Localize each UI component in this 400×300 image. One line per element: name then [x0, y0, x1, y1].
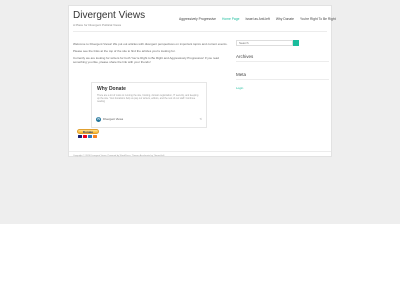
search-input[interactable]	[236, 40, 293, 46]
discover-card-icon	[93, 135, 97, 138]
writers-paragraph: Currently we are looking for writers for…	[73, 56, 219, 64]
donate-button[interactable]: Donate	[77, 129, 99, 134]
footer-copyright: Copyright © 2024 Divergent Views. Powere…	[73, 155, 165, 157]
embed-site-name[interactable]: Divergent Views	[103, 117, 123, 121]
embed-excerpt: There are a lot of costs to running the …	[97, 94, 199, 104]
intro-paragraph: Welcome to Divergent Views! We put out a…	[73, 42, 228, 46]
nav-item-home[interactable]: Home Page	[219, 16, 242, 22]
archives-divider	[236, 61, 329, 62]
embed-card-why-donate[interactable]: Why Donate There are a lot of costs to r…	[91, 82, 207, 128]
mastercard-icon	[83, 135, 87, 138]
meta-divider	[236, 79, 329, 80]
site-container: Divergent Views A Place for Divergent Po…	[68, 5, 336, 157]
visa-card-icon	[78, 135, 82, 138]
login-link[interactable]: Login	[236, 86, 243, 90]
nav-item-why-donate[interactable]: Why Donate	[273, 16, 297, 22]
payment-cards	[78, 135, 97, 138]
embed-title[interactable]: Why Donate	[97, 86, 126, 92]
page-bottom-background	[0, 224, 400, 300]
embed-footer: W Divergent Views	[96, 116, 123, 122]
links-paragraph: Please see the links at the top of the s…	[73, 49, 176, 53]
share-icon[interactable]: <	[200, 116, 202, 122]
nav-item-aggressively-progressive[interactable]: Aggressively Progressive	[176, 16, 219, 22]
nav-item-right-to-be-right[interactable]: You're Right To Be Right	[297, 16, 339, 22]
primary-nav: Aggressively Progressive Home Page Israe…	[176, 16, 339, 22]
site-description: A Place for Divergent Political Views	[73, 23, 122, 27]
search-button[interactable]	[293, 40, 299, 46]
amex-card-icon	[88, 135, 92, 138]
meta-heading: Meta	[236, 72, 247, 77]
site-title[interactable]: Divergent Views	[73, 10, 145, 21]
nav-item-israel[interactable]: Israel as Anti-left	[242, 16, 272, 22]
wordpress-icon: W	[96, 116, 101, 122]
archives-heading: Archives	[236, 54, 254, 59]
header-divider	[73, 31, 327, 32]
site-footer: Copyright © 2024 Divergent Views. Powere…	[69, 151, 331, 157]
main-content: Welcome to Divergent Views! We put out a…	[73, 42, 233, 67]
donate-widget: Donate	[77, 129, 99, 139]
